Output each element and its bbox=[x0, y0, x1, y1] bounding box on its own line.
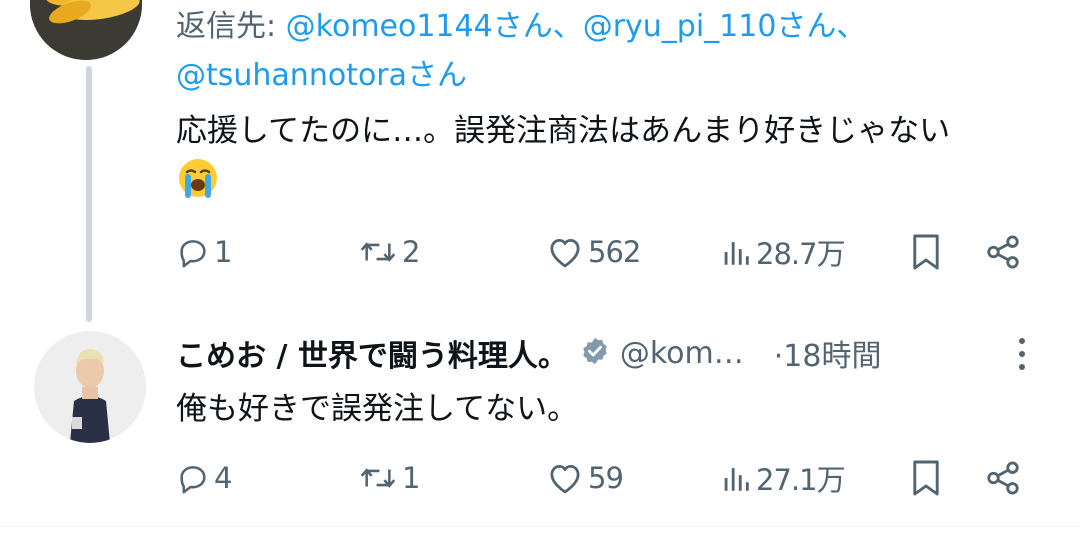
more-options-icon[interactable] bbox=[1014, 336, 1030, 372]
reply-count: 4 bbox=[214, 461, 232, 495]
tweet-text: 俺も好きで誤発注してない。 bbox=[176, 384, 1056, 434]
views-button[interactable]: 27.1万 bbox=[720, 456, 846, 500]
heart-icon bbox=[550, 239, 580, 268]
views-count: 28.7万 bbox=[756, 237, 846, 271]
reply-to-mentions-line2[interactable]: @tsuhannotoraさん bbox=[176, 58, 467, 93]
like-count: 59 bbox=[588, 461, 624, 495]
share-button[interactable] bbox=[984, 456, 1022, 500]
tweet-body: 応援してたのに…。誤発注商法はあんまり好きじゃない bbox=[176, 113, 951, 149]
verified-badge-icon[interactable] bbox=[580, 336, 610, 370]
tweet-header: こめお / 世界で闘う料理人。 @kom… ·18時間 bbox=[176, 330, 881, 376]
views-button[interactable]: 28.7万 bbox=[720, 230, 846, 274]
reply-button[interactable]: 4 bbox=[176, 456, 232, 500]
like-button[interactable]: 562 bbox=[546, 230, 641, 274]
tweet-body: 俺も好きで誤発注してない。 bbox=[176, 391, 579, 427]
loudly-crying-face-icon bbox=[176, 156, 220, 215]
reply-count: 1 bbox=[214, 235, 232, 269]
avatar[interactable] bbox=[34, 331, 146, 443]
repost-count: 1 bbox=[402, 461, 420, 495]
user-handle[interactable]: @kom… bbox=[620, 336, 744, 371]
repost-icon bbox=[360, 242, 396, 262]
views-bar-chart-icon bbox=[724, 242, 749, 265]
reply-button[interactable]: 1 bbox=[176, 230, 232, 274]
repost-button[interactable]: 2 bbox=[358, 230, 420, 274]
reply-icon bbox=[180, 466, 206, 494]
bookmark-button[interactable] bbox=[910, 456, 942, 500]
display-name[interactable]: こめお / 世界で闘う料理人。 bbox=[176, 331, 568, 375]
like-button[interactable]: 59 bbox=[546, 456, 624, 500]
bookmark-icon bbox=[913, 460, 939, 496]
views-count: 27.1万 bbox=[756, 463, 846, 497]
repost-count: 2 bbox=[402, 235, 420, 269]
thread-connector-line bbox=[86, 66, 92, 322]
timestamp[interactable]: ·18時間 bbox=[774, 331, 882, 375]
divider bbox=[0, 526, 1080, 527]
reply-icon bbox=[180, 240, 206, 268]
bookmark-button[interactable] bbox=[910, 230, 942, 274]
heart-icon bbox=[550, 465, 580, 494]
share-icon bbox=[987, 235, 1019, 269]
reply-to-prefix: 返信先: bbox=[176, 9, 286, 44]
share-icon bbox=[987, 461, 1019, 495]
like-count: 562 bbox=[588, 235, 641, 269]
repost-icon bbox=[360, 468, 396, 488]
reply-to-mentions-line1[interactable]: @komeo1144さん、@ryu_pi_110さん、 bbox=[286, 9, 867, 44]
repost-button[interactable]: 1 bbox=[358, 456, 420, 500]
avatar[interactable] bbox=[30, 0, 142, 60]
food-photo-avatar-image bbox=[30, 0, 142, 60]
tweet-actions-bar: 1 2 562 28.7万 bbox=[176, 230, 1056, 274]
bookmark-icon bbox=[913, 234, 939, 270]
share-button[interactable] bbox=[984, 230, 1022, 274]
reply-to-info: 返信先: @komeo1144さん、@ryu_pi_110さん、 @tsuhan… bbox=[176, 2, 1056, 100]
tweet-actions-bar: 4 1 59 27.1万 bbox=[176, 456, 1056, 500]
tweet-text: 応援してたのに…。誤発注商法はあんまり好きじゃない bbox=[176, 106, 1056, 215]
person-avatar-image bbox=[34, 331, 146, 443]
views-bar-chart-icon bbox=[724, 468, 749, 491]
